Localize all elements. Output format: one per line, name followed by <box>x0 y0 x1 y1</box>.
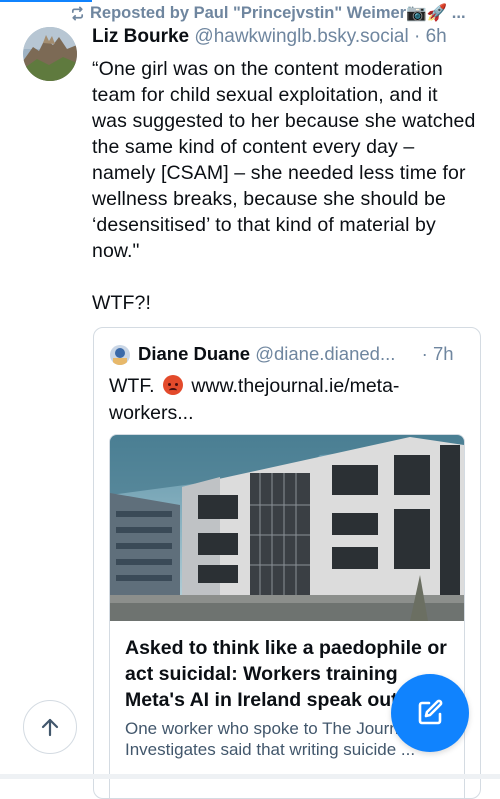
quote-text-start: WTF. <box>109 375 155 397</box>
post-text-main: “One girl was on the content moderation … <box>92 58 476 262</box>
scroll-to-top-button[interactable] <box>23 700 77 754</box>
compose-button[interactable] <box>391 674 469 752</box>
author-avatar[interactable] <box>23 27 77 81</box>
separator-dot: · <box>414 26 421 47</box>
compose-icon <box>418 699 443 725</box>
quote-author-name[interactable]: Diane Duane <box>138 343 250 364</box>
quote-text: WTF. www.thejournal.ie/meta-workers... <box>109 373 454 427</box>
quote-separator-dot: · <box>421 343 428 364</box>
post-text: “One girl was on the content moderation … <box>92 56 477 316</box>
repost-icon <box>71 6 84 20</box>
quote-author-handle[interactable]: @diane.dianed... <box>255 343 395 364</box>
post-time[interactable]: 6h <box>426 26 447 47</box>
post-text-secondary: WTF?! <box>92 292 151 314</box>
angry-face-emoji <box>162 375 183 395</box>
author-handle[interactable]: @hawkwinglb.bsky.social <box>194 26 408 47</box>
quote-time[interactable]: 7h <box>433 343 454 364</box>
bottom-edge <box>0 774 500 779</box>
repost-banner[interactable]: Reposted by Paul "Princejvstin" Weimer📷🚀… <box>70 2 466 24</box>
author-name[interactable]: Liz Bourke <box>92 26 189 47</box>
quote-author-avatar <box>110 345 130 365</box>
repost-banner-text: Reposted by Paul "Princejvstin" Weimer📷🚀… <box>90 3 466 22</box>
quote-header: Diane Duane @diane.dianed... · 7h <box>138 343 454 365</box>
arrow-up-icon <box>41 718 59 737</box>
link-preview-image <box>110 435 464 621</box>
post-header: Liz Bourke @hawkwinglb.bsky.social · 6h <box>92 26 447 52</box>
